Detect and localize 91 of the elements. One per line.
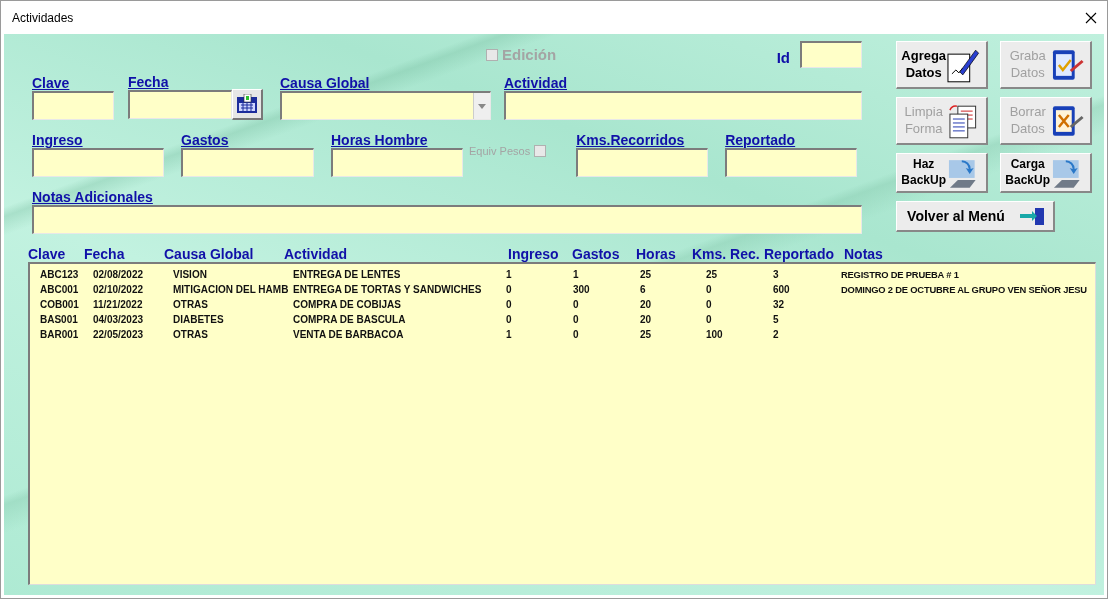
- column-header: Actividad: [284, 247, 348, 262]
- input-field[interactable]: [504, 91, 862, 120]
- table-cell-text: 25: [706, 269, 719, 280]
- column-header: Fecha: [84, 247, 126, 262]
- action-button[interactable]: Agrega Datos: [896, 41, 988, 89]
- action-button[interactable]: Carga BackUp: [1000, 153, 1092, 193]
- table-cell-text: COB001: [40, 299, 80, 310]
- column-header: Causa Global: [164, 247, 255, 262]
- field-label: Horas Hombre: [331, 133, 429, 148]
- input-field[interactable]: [181, 148, 314, 177]
- close-icon[interactable]: [1085, 11, 1097, 24]
- table-cell-text: VENTA DE BARBACOA: [293, 329, 405, 340]
- table-cell-text: 25: [640, 269, 653, 280]
- table-cell-text: OTRAS: [173, 329, 209, 340]
- table-cell-text: 100: [706, 329, 724, 340]
- calendar-icon: [236, 94, 258, 114]
- field-label: Actividad: [504, 76, 568, 91]
- table-cell-text: 11/21/2022: [93, 299, 144, 310]
- input-field[interactable]: [32, 205, 862, 234]
- column-header: Ingreso: [508, 247, 560, 262]
- table-cell-text: DOMINGO 2 DE OCTUBRE AL GRUPO VEN SEÑOR JESU: [841, 284, 1088, 295]
- input-field[interactable]: [32, 91, 114, 120]
- column-header: Reportado: [764, 247, 835, 262]
- table-cell-text: MITIGACION DEL HAMB: [173, 284, 290, 295]
- table-cell-text: ABC001: [40, 284, 80, 295]
- field-label: Fecha: [128, 75, 170, 90]
- table-cell-text: 04/03/2023: [93, 314, 145, 325]
- table-cell-text: 02/10/2022: [93, 284, 145, 295]
- input-field[interactable]: [32, 148, 164, 177]
- column-header: Clave: [28, 247, 67, 262]
- table-cell-text: 6: [640, 284, 647, 295]
- table-cell-text: 22/05/2023: [93, 329, 145, 340]
- table-cell-text: 5: [773, 314, 780, 325]
- column-header: Horas: [636, 247, 677, 262]
- action-button[interactable]: Haz BackUp: [896, 153, 988, 193]
- table-cell-text: 0: [573, 329, 580, 340]
- field-label: Clave: [32, 76, 71, 91]
- exit-door-icon: [1019, 206, 1047, 226]
- column-header: Notas: [844, 247, 884, 262]
- table-cell-text: DIABETES: [173, 314, 225, 325]
- checkbox-label: Edición: [502, 46, 557, 63]
- action-button[interactable]: Volver al Menú: [896, 201, 1055, 232]
- table-cell-text: BAR001: [40, 329, 80, 340]
- field-label: Id: [776, 49, 790, 66]
- window-title: Actividades: [12, 10, 74, 25]
- table-cell-text: 300: [573, 284, 591, 295]
- caret-icon: [478, 103, 486, 109]
- date-field[interactable]: [128, 90, 232, 119]
- field-label: Ingreso: [32, 133, 84, 148]
- table-cell-text: 02/08/2022: [93, 269, 145, 280]
- table-cell-text: 2: [773, 329, 780, 340]
- calendar-button[interactable]: [232, 89, 263, 120]
- table-cell-text: 0: [573, 299, 580, 310]
- table-cell-text: 32: [773, 299, 786, 310]
- table-cell-text: 1: [573, 269, 580, 280]
- dropdown-field[interactable]: [280, 91, 491, 120]
- field-label: Reportado: [725, 133, 797, 148]
- checkbox-label: Equiv Pesos: [469, 145, 531, 157]
- table-cell-text: 1: [506, 269, 513, 280]
- table-cell-text: 25: [640, 329, 653, 340]
- table-cell-text: 0: [506, 299, 513, 310]
- table-cell-text: ENTREGA DE TORTAS Y SANDWICHES: [293, 284, 483, 295]
- field-label: Notas Adicionales: [32, 190, 154, 205]
- table-cell-text: 0: [706, 284, 713, 295]
- table-cell-text: 0: [706, 299, 713, 310]
- field-label: Gastos: [181, 133, 230, 148]
- field-label: Kms.Recorridos: [576, 133, 686, 148]
- table-cell-text: BAS001: [40, 314, 79, 325]
- column-header: Kms. Rec.: [692, 247, 761, 262]
- table-cell-text: 0: [506, 314, 513, 325]
- input-field[interactable]: [331, 148, 463, 177]
- table-cell-text: 600: [773, 284, 791, 295]
- column-header: Gastos: [572, 247, 621, 262]
- input-field[interactable]: [725, 148, 858, 177]
- table-cell-text: COMPRA DE COBIJAS: [293, 299, 402, 310]
- table-cell-text: 0: [573, 314, 580, 325]
- table-cell-text: 20: [640, 314, 653, 325]
- table-cell-text: VISION: [173, 269, 208, 280]
- table-cell-text: 3: [773, 269, 780, 280]
- table-cell-text: OTRAS: [173, 299, 209, 310]
- input-field[interactable]: [800, 41, 862, 68]
- table-cell-text: 20: [640, 299, 653, 310]
- table-cell-text: ENTREGA DE LENTES: [293, 269, 402, 280]
- table-cell-text: 1: [506, 329, 513, 340]
- table-cell-text: 0: [706, 314, 713, 325]
- table-cell-text: COMPRA DE BASCULA: [293, 314, 407, 325]
- input-field[interactable]: [576, 148, 709, 177]
- table-cell-text: ABC123: [40, 269, 80, 280]
- table-cell-text: REGISTRO DE PRUEBA # 1: [841, 269, 960, 280]
- table-cell-text: 0: [506, 284, 513, 295]
- field-label: Causa Global: [280, 76, 371, 91]
